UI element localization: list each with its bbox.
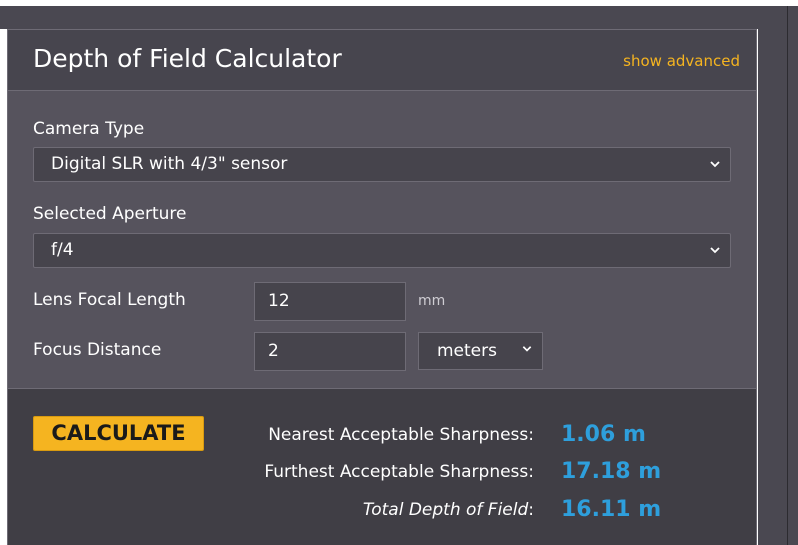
form-body: Camera Type Digital SLR with 4/3" sensor… [8, 91, 756, 388]
chevron-down-icon [710, 247, 720, 254]
chevron-down-icon [710, 161, 720, 168]
dof-calculator-panel: Depth of Field Calculator show advanced … [7, 29, 757, 545]
focal-length-unit: mm [418, 293, 446, 309]
focus-distance-input[interactable]: 2 [254, 332, 406, 371]
right-side-panel [758, 6, 798, 545]
page: Depth of Field Calculator show advanced … [0, 0, 798, 545]
focal-length-input[interactable]: 12 [254, 282, 406, 321]
chevron-down-icon [522, 346, 532, 352]
calculate-button[interactable]: CALCULATE [33, 416, 204, 451]
camera-type-select[interactable]: Digital SLR with 4/3" sensor [33, 147, 731, 182]
camera-type-label: Camera Type [33, 119, 145, 139]
aperture-label: Selected Aperture [33, 204, 187, 224]
aperture-select[interactable]: f/4 [33, 233, 731, 268]
focus-distance-unit-value: meters [437, 341, 497, 361]
top-band [0, 6, 798, 29]
furthest-sharpness-label: Furthest Acceptable Sharpness: [264, 462, 534, 482]
panel-title: Depth of Field Calculator [33, 44, 342, 73]
total-dof-label-colon: : [528, 500, 534, 520]
focus-distance-unit-select[interactable]: meters [418, 332, 543, 370]
aperture-value: f/4 [51, 240, 74, 260]
total-dof-label: Total Depth of Field: [363, 500, 534, 520]
furthest-sharpness-value: 17.18 m [561, 459, 662, 484]
nearest-sharpness-value: 1.06 m [561, 422, 646, 447]
results-section: CALCULATE Nearest Acceptable Sharpness: … [8, 388, 756, 545]
focus-distance-label: Focus Distance [33, 340, 162, 360]
nearest-sharpness-label: Nearest Acceptable Sharpness: [268, 425, 534, 445]
panel-header: Depth of Field Calculator show advanced [8, 30, 756, 91]
scrollbar-divider [787, 6, 788, 545]
total-dof-value: 16.11 m [561, 497, 662, 522]
camera-type-value: Digital SLR with 4/3" sensor [51, 154, 288, 174]
show-advanced-link[interactable]: show advanced [623, 52, 740, 70]
focal-length-label: Lens Focal Length [33, 290, 186, 310]
total-dof-label-text: Total Depth of Field [362, 500, 529, 520]
